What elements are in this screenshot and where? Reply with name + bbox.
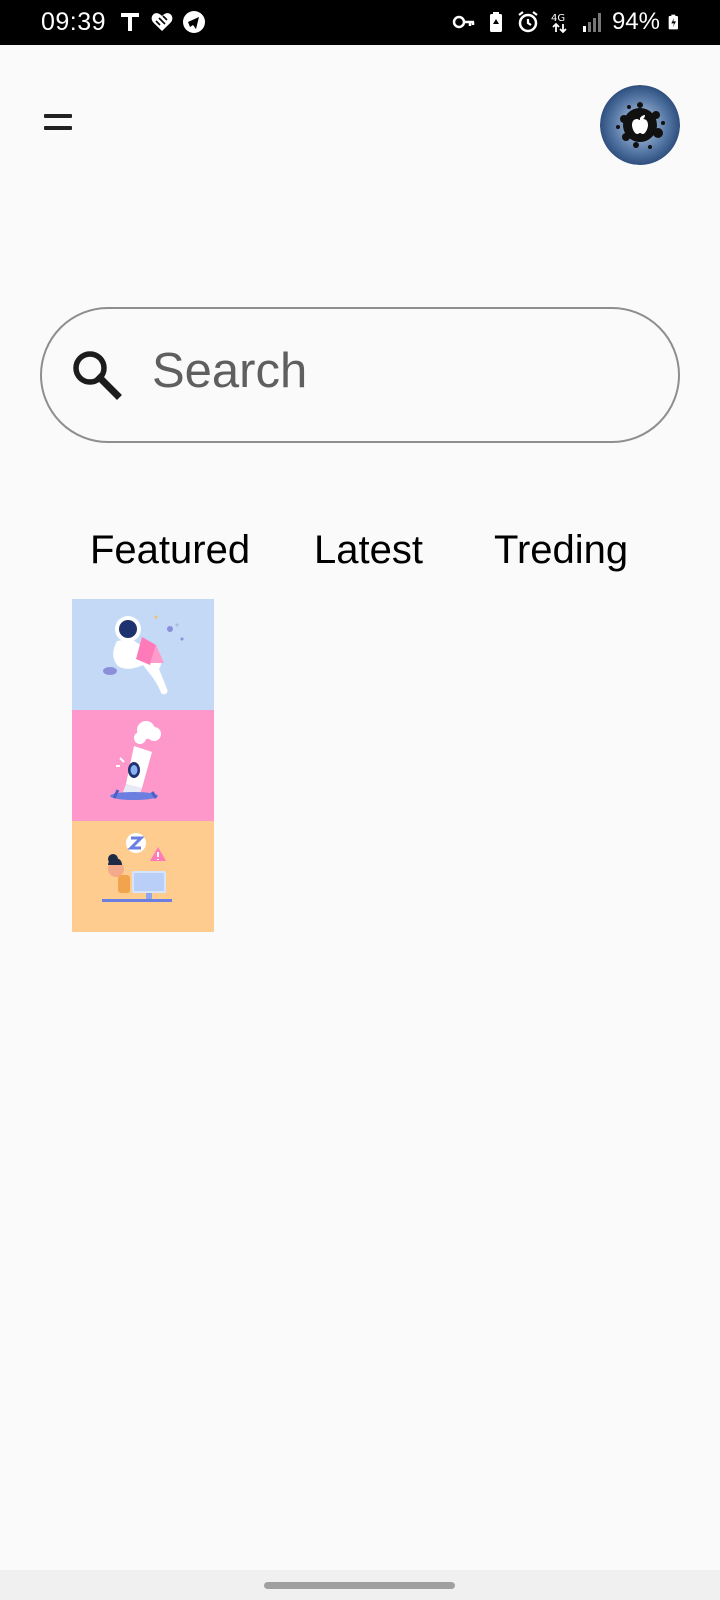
status-time: 09:39 — [41, 8, 107, 36]
menu-button[interactable] — [42, 108, 76, 138]
astronaut-reading-illustration — [103, 615, 184, 695]
battery-charging-icon — [668, 14, 678, 30]
t-icon — [121, 13, 139, 31]
card-sleeping[interactable] — [72, 821, 214, 932]
menu-icon — [44, 114, 72, 118]
profile-avatar[interactable] — [600, 85, 680, 165]
card-astronaut[interactable] — [72, 599, 214, 710]
key-icon — [452, 15, 475, 29]
tab-trending[interactable]: Treding — [494, 528, 628, 573]
rocket-launch-illustration — [110, 721, 161, 800]
battery-saver-icon — [489, 12, 502, 32]
search-input[interactable] — [152, 336, 652, 406]
apple-logo-icon — [600, 85, 680, 165]
card-rocket[interactable] — [72, 710, 214, 821]
heart-icon — [151, 13, 173, 31]
telegram-icon — [183, 11, 205, 33]
tab-featured[interactable]: Featured — [90, 528, 250, 573]
signal-icon — [582, 13, 601, 32]
network-4g-icon: 4G — [551, 13, 567, 34]
alarm-icon — [518, 11, 538, 33]
home-indicator[interactable] — [264, 1582, 455, 1589]
search-icon — [73, 351, 122, 400]
svg-text:4G: 4G — [551, 13, 565, 24]
status-bar: 09:39 4G 94% — [0, 0, 720, 45]
battery-percent: 94% — [611, 8, 660, 35]
sleeping-at-computer-illustration — [102, 833, 172, 902]
tab-latest[interactable]: Latest — [314, 528, 423, 573]
